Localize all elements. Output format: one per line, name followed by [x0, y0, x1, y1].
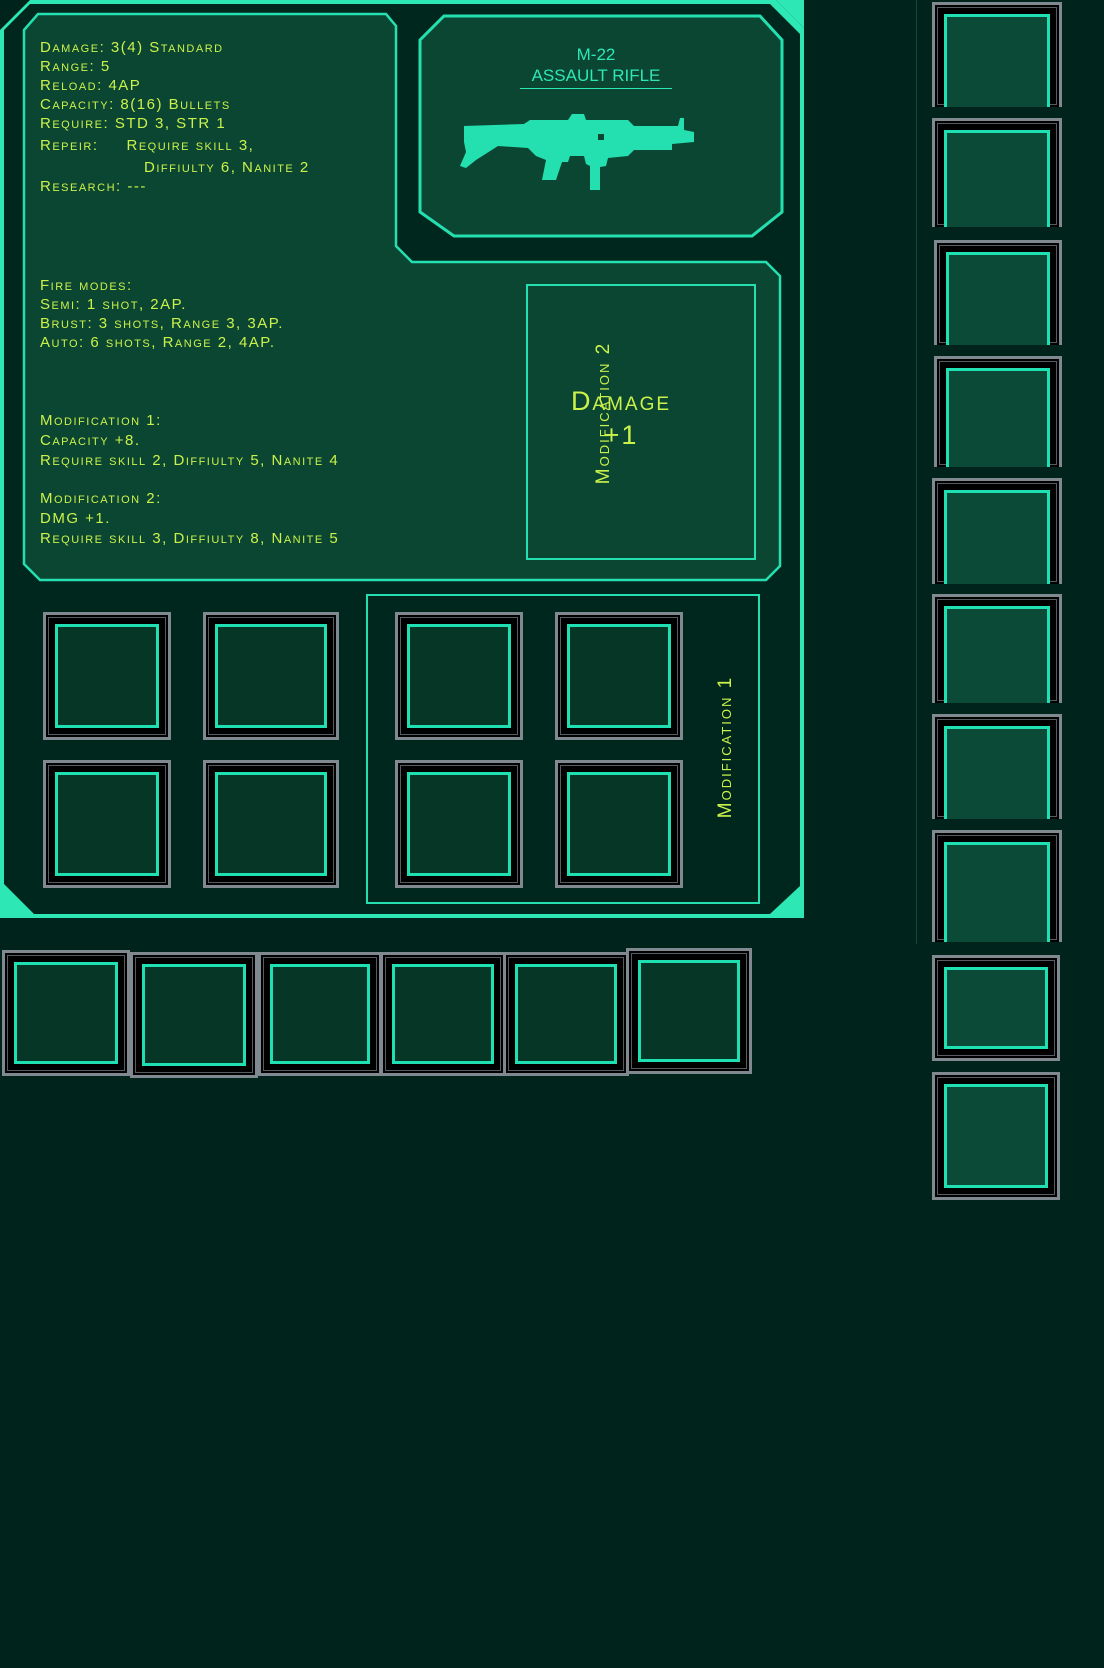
slot-inner	[944, 726, 1050, 819]
bottom-slot[interactable]	[130, 952, 258, 1078]
mod1-vertical-label: Modification 1	[715, 675, 736, 819]
mod1-require: Require skill 2, Diffiulty 5, Nanite 4	[40, 452, 340, 469]
slot-inner	[946, 368, 1050, 467]
stat-capacity: Capacity: 8(16) Bullets	[40, 96, 231, 113]
repair-line2: Diffiulty 6, Nanite 2	[144, 159, 310, 176]
slot-inner	[270, 964, 370, 1064]
side-slot[interactable]	[932, 714, 1062, 819]
side-slot[interactable]	[932, 1072, 1060, 1200]
slot-inner	[14, 962, 118, 1064]
bottom-slot[interactable]	[626, 948, 752, 1074]
slot-inner	[55, 772, 159, 876]
slot-inner	[407, 624, 511, 728]
stat-require: Require: STD 3, STR 1	[40, 115, 227, 132]
mod2-value: Damage +1	[546, 384, 696, 452]
mod1-slot[interactable]	[555, 612, 683, 740]
slot-inner	[638, 960, 740, 1062]
weapon-info-panel: Damage: 3(4) Standard Range: 5 Reload: 4…	[0, 0, 804, 918]
stat-research: Research: ---	[40, 178, 147, 195]
slot-inner	[944, 1084, 1048, 1188]
slot-inner	[944, 130, 1050, 227]
fire-mode-semi: Semi: 1 shot, 2AP.	[40, 296, 187, 313]
slot-inner	[944, 967, 1048, 1049]
bottom-slot[interactable]	[380, 952, 506, 1076]
stat-damage: Damage: 3(4) Standard	[40, 39, 224, 56]
side-slot[interactable]	[932, 2, 1062, 107]
stat-reload: Reload: 4AP	[40, 77, 142, 94]
inventory-slot[interactable]	[43, 760, 171, 888]
fire-modes-title: Fire modes:	[40, 277, 133, 294]
mod2-title: Modification 2:	[40, 490, 162, 507]
inventory-slot[interactable]	[203, 760, 339, 888]
bottom-slot[interactable]	[503, 952, 629, 1076]
assault-rifle-icon	[460, 114, 694, 190]
repair-label: Repeir:	[40, 137, 99, 154]
mod1-slot[interactable]	[395, 612, 523, 740]
slot-inner	[215, 624, 327, 728]
side-slot[interactable]	[932, 955, 1060, 1061]
mod2-value-name: Damage	[570, 386, 672, 416]
slot-inner	[944, 14, 1050, 107]
mod2-effect: DMG +1.	[40, 510, 111, 527]
slot-inner	[55, 624, 159, 728]
slot-inner	[407, 772, 511, 876]
stat-range: Range: 5	[40, 58, 111, 75]
inventory-slot[interactable]	[43, 612, 171, 740]
mod1-title: Modification 1:	[40, 412, 162, 429]
slot-inner	[946, 252, 1050, 345]
side-slot[interactable]	[934, 356, 1062, 467]
mod1-slot[interactable]	[395, 760, 523, 888]
slot-inner	[944, 490, 1050, 584]
side-slot[interactable]	[932, 830, 1062, 942]
fire-mode-burst: Brust: 3 shots, Range 3, 3AP.	[40, 315, 284, 332]
inventory-slot[interactable]	[203, 612, 339, 740]
mod1-effect: Capacity +8.	[40, 432, 141, 449]
weapon-title: M-22 ASSAULT RIFLE	[508, 44, 684, 89]
fire-mode-auto: Auto: 6 shots, Range 2, 4AP.	[40, 334, 276, 351]
mod2-vertical-label: Modification 2	[593, 341, 614, 485]
fire-modes: Fire modes: Semi: 1 shot, 2AP. Brust: 3 …	[40, 276, 520, 352]
mod2-require: Require skill 3, Diffiulty 8, Nanite 5	[40, 530, 340, 547]
slot-inner	[944, 842, 1050, 942]
weapon-stats: Damage: 3(4) Standard Range: 5 Reload: 4…	[40, 38, 400, 196]
slot-inner	[392, 964, 494, 1064]
slot-inner	[215, 772, 327, 876]
right-divider-line	[916, 0, 917, 944]
bottom-slot[interactable]	[258, 952, 382, 1076]
slot-inner	[515, 964, 617, 1064]
stat-repair: Repeir: Require skill 3,	[40, 136, 400, 155]
slot-inner	[944, 606, 1050, 703]
slot-inner	[567, 624, 671, 728]
mod2-value-amount: +1	[603, 420, 639, 450]
weapon-model: M-22	[576, 45, 616, 64]
bottom-slot[interactable]	[2, 950, 130, 1076]
side-slot[interactable]	[932, 478, 1062, 584]
side-slot[interactable]	[932, 594, 1062, 703]
mod1-slot[interactable]	[555, 760, 683, 888]
slot-inner	[142, 964, 246, 1066]
side-slot[interactable]	[932, 118, 1062, 227]
repair-line1: Require skill 3,	[126, 137, 255, 154]
modification2-slot[interactable]: Damage +1	[526, 284, 756, 560]
side-slot[interactable]	[934, 240, 1062, 345]
slot-inner	[567, 772, 671, 876]
weapon-class: ASSAULT RIFLE	[519, 65, 673, 89]
modifications-description: Modification 1: Capacity +8. Require ski…	[40, 411, 520, 549]
